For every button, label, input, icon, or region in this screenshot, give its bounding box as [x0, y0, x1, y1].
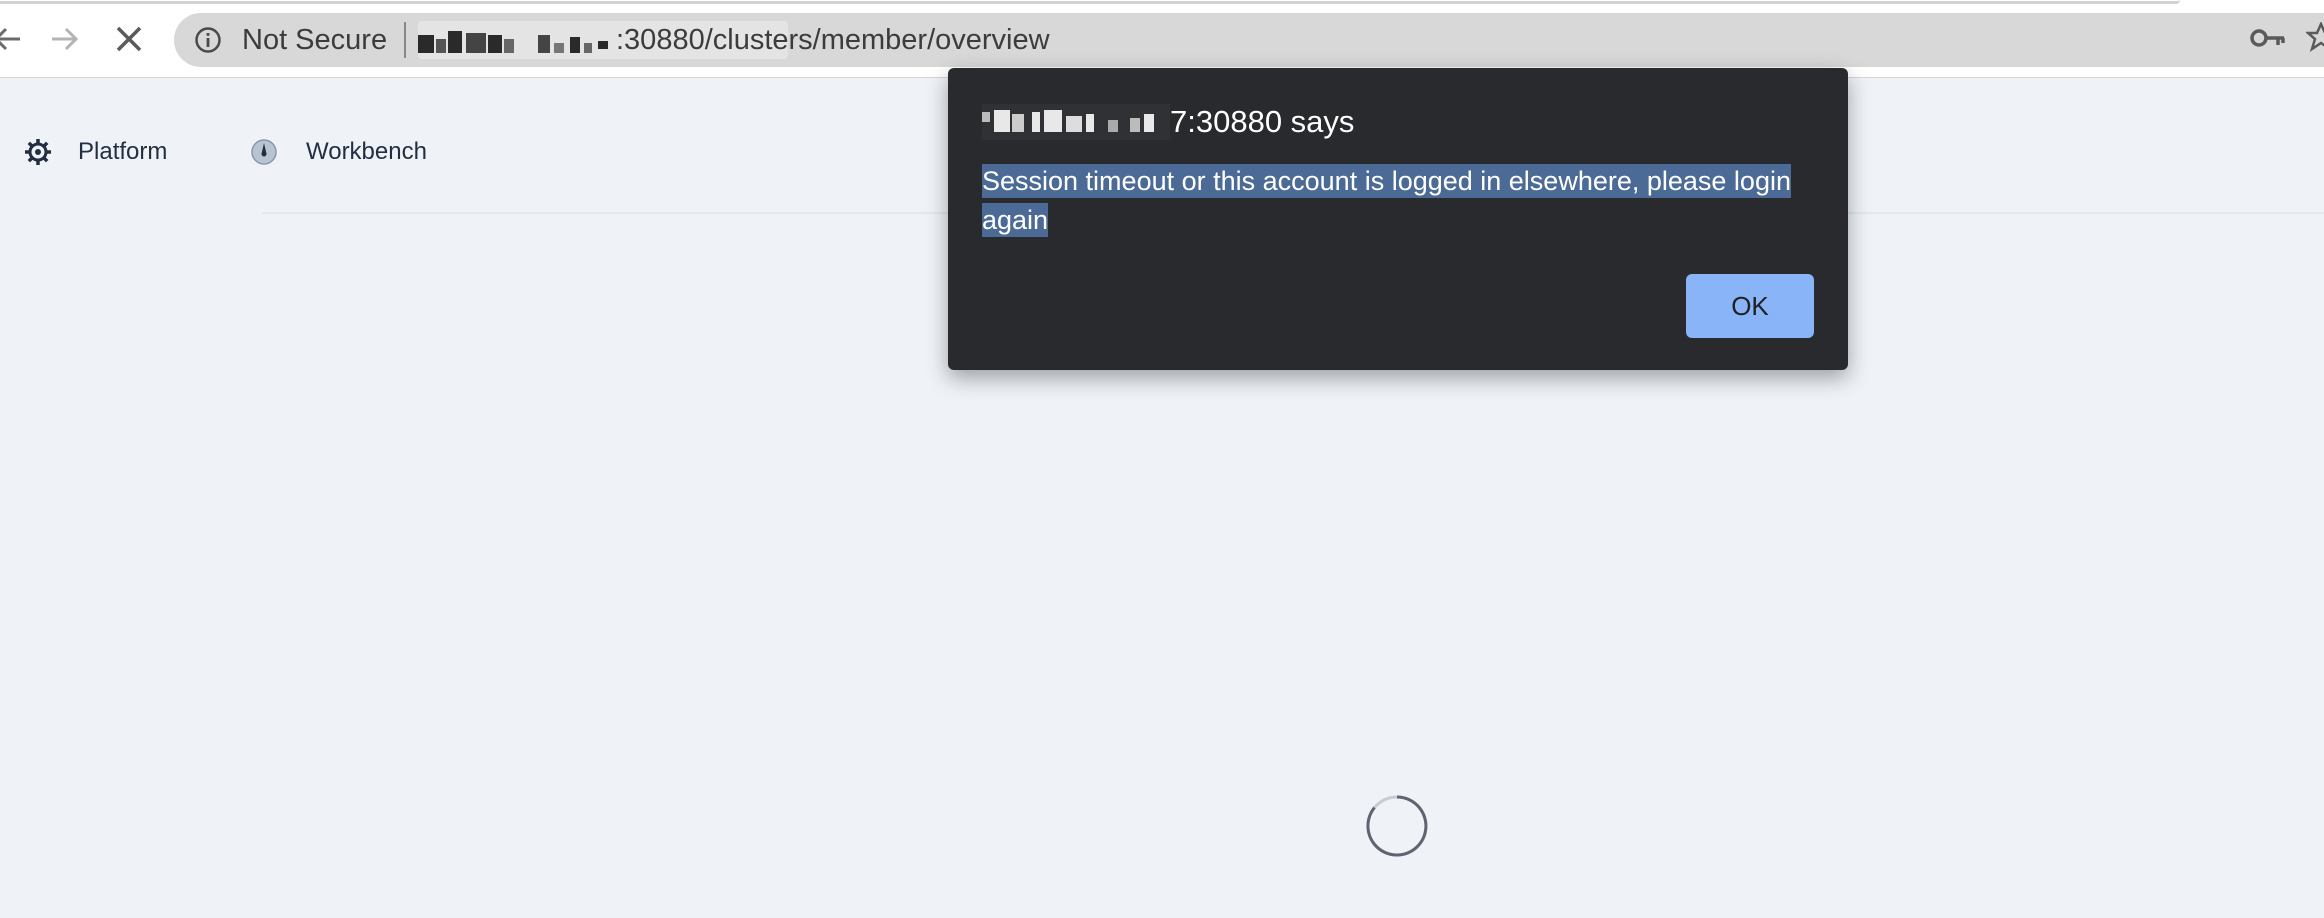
nav-item-label: Platform: [78, 138, 168, 165]
omnibox-divider: [404, 22, 406, 58]
nav-item-platform[interactable]: Platform: [24, 132, 167, 172]
dialog-title: 7:30880 says: [982, 102, 1354, 142]
forward-button[interactable]: [40, 14, 90, 64]
stop-loading-button[interactable]: [104, 14, 154, 64]
browser-toolbar: Not Secure :30880/clusters/member/overvi…: [0, 0, 2324, 78]
loading-spinner-icon: [1366, 795, 1428, 857]
ok-button[interactable]: OK: [1686, 274, 1814, 338]
dialog-message: Session timeout or this account is logge…: [982, 162, 1822, 240]
url-path: :30880/clusters/member/overview: [616, 24, 1050, 56]
compass-icon: [251, 139, 277, 165]
stop-icon: [116, 26, 142, 52]
nav-item-workbench[interactable]: Workbench: [250, 132, 427, 172]
redacted-origin: [982, 104, 1170, 140]
address-bar[interactable]: Not Secure :30880/clusters/member/overvi…: [174, 13, 2324, 67]
tab-strip-edge: [0, 0, 2180, 4]
star-icon[interactable]: [2306, 22, 2324, 52]
nav-item-label: Workbench: [306, 138, 427, 165]
dialog-message-text: Session timeout or this account is logge…: [982, 164, 1791, 237]
back-button[interactable]: [0, 14, 32, 64]
security-status-label: Not Secure: [242, 24, 388, 56]
back-arrow-icon: [0, 27, 20, 51]
forward-arrow-icon: [52, 27, 79, 51]
gear-icon: [25, 139, 51, 165]
dialog-title-text: 7:30880 says: [1170, 104, 1355, 139]
key-icon[interactable]: [2250, 26, 2286, 50]
alert-dialog: 7:30880 says Session timeout or this acc…: [948, 68, 1848, 370]
info-icon[interactable]: [194, 26, 222, 54]
